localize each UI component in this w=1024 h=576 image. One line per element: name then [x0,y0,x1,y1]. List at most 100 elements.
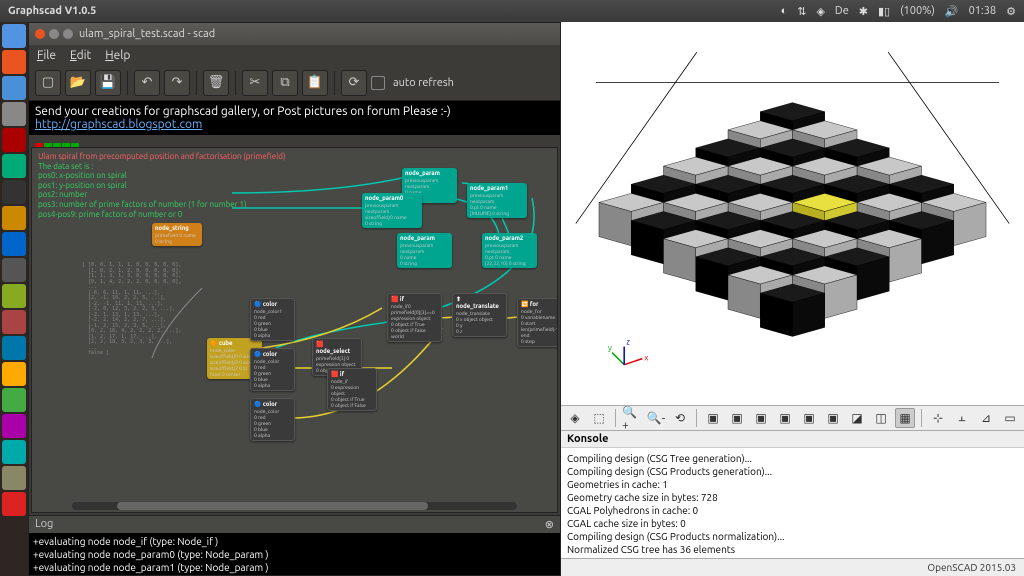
3d-viewport[interactable]: x y z [561,22,1024,405]
battery-pct: (100%) [900,5,935,17]
log-panel: Log ⊗ +evaluating node node_if (type: No… [29,515,560,575]
scale-button[interactable]: ⫠ [952,408,972,428]
banner: Send your creations for graphscad galler… [29,101,560,135]
konsole-body[interactable]: Compiling design (CSG Tree generation)..… [561,448,1024,558]
log-body[interactable]: +evaluating node node_if (type: Node_if … [29,533,560,575]
view-back-button[interactable]: ▣ [823,408,843,428]
node-string[interactable]: node_stringprimefield 0 name0 string [152,223,202,246]
node-param1[interactable]: node_param1previousparam nextparam0.pt 0… [467,183,527,218]
node-for[interactable]: 🔁 fornode_for0 variablename0 startlen(pr… [517,298,558,347]
node-param0[interactable]: node_param0previousparam nextparamsizeof… [362,193,422,228]
node-color1[interactable]: 🔵 colornode_color10 red0 green0 blue0 al… [250,298,295,341]
launcher-app-13[interactable] [2,362,26,386]
launcher-app-0[interactable] [2,24,26,48]
banner-link[interactable]: http://graphscad.blogspot.com [35,118,202,131]
delete-button[interactable]: 🗑 [203,70,229,96]
view-right-button[interactable]: ▣ [703,408,723,428]
graphscad-toolbar: ▢ 📂 💾 ↶ ↷ 🗑 ✂ ⧉ 📋 ⟳ auto refresh [29,65,560,101]
view-top-button[interactable]: ▣ [727,408,747,428]
node-color3[interactable]: 🔵 colornode_color0 red0 green0 blue0 alp… [250,398,295,441]
open-button[interactable]: 📂 [65,70,91,96]
auto-refresh-checkbox[interactable] [371,76,385,90]
reset-view-button[interactable]: ⟲ [670,408,690,428]
zoom-in-button[interactable]: 🔍+ [622,408,642,428]
window-title: ulam_spiral_test.scad - scad [79,28,215,40]
save-button[interactable]: 💾 [95,70,121,96]
log-close-icon[interactable]: ⊗ [545,518,554,531]
system-tray: ◐ ⇅ ◈ De ✱ ▮▯ (100%) 🔊 01:38 ⚙ [781,5,1016,18]
menu-edit[interactable]: Edit [70,49,91,62]
network-icon[interactable]: ⇅ [797,5,806,18]
clock[interactable]: 01:38 [969,5,997,17]
battery-icon[interactable]: ▮▯ [878,5,890,18]
launcher-app-8[interactable] [2,232,26,256]
launcher-app-5[interactable] [2,154,26,178]
launcher-app-14[interactable] [2,388,26,412]
node-canvas[interactable]: Ulam spiral from precomputed position an… [31,147,558,513]
konsole-title: Konsole [561,431,1024,448]
cut-button[interactable]: ✂ [242,70,268,96]
preview-button[interactable]: ◈ [565,408,585,428]
system-bar: Graphscad V1.0.5 ◐ ⇅ ◈ De ✱ ▮▯ (100%) 🔊 … [0,0,1024,22]
launcher-app-1[interactable] [2,50,26,74]
wifi-icon[interactable]: ◈ [816,5,824,18]
indicator-icon[interactable]: ◐ [781,5,788,17]
redo-button[interactable]: ↷ [164,70,190,96]
view-front-button[interactable]: ▣ [799,408,819,428]
edges-button[interactable]: ⊿ [976,408,996,428]
undo-button[interactable]: ↶ [134,70,160,96]
minimize-icon[interactable] [49,29,59,39]
launcher-app-7[interactable] [2,206,26,230]
launcher-app-4[interactable] [2,128,26,152]
view-diagonal-button[interactable]: ◪ [847,408,867,428]
log-title: Log [35,518,53,531]
view-left-button[interactable]: ▣ [775,408,795,428]
launcher-app-16[interactable] [2,440,26,464]
volume-icon[interactable]: 🔊 [945,5,959,18]
launcher-app-2[interactable] [2,76,26,100]
view-bottom-button[interactable]: ▣ [751,408,771,428]
menu-file[interactable]: File [37,49,56,62]
data-array: [ [0, 0, 1, 1, 1, 0, 0, 0, 0, 0], [1, 0,… [82,263,181,357]
canvas-scrollbar[interactable] [72,502,517,510]
node-param2[interactable]: node_param2previousparam nextparam0.pt 0… [482,233,537,268]
menu-help[interactable]: Help [105,49,130,62]
launcher-app-17[interactable] [2,466,26,490]
lang-indicator[interactable]: De [835,5,849,17]
svg-text:x: x [644,353,648,363]
paste-button[interactable]: 📋 [302,70,328,96]
launcher-app-3[interactable] [2,102,26,126]
node-if-1[interactable]: 🟥 ifnode_if0 expression object0 object i… [327,368,377,411]
node-if-2[interactable]: 🟥 ifnode_if0primefield[0][3]==0 expressi… [387,293,442,342]
launcher-app-11[interactable] [2,310,26,334]
launcher-app-18[interactable] [2,492,26,516]
graphscad-window: ulam_spiral_test.scad - scad File Edit H… [28,22,561,576]
axes-button[interactable]: ⊹ [928,408,948,428]
graphscad-titlebar[interactable]: ulam_spiral_test.scad - scad [29,23,560,45]
render-button[interactable]: ⬚ [589,408,609,428]
node-color2[interactable]: 🔵 colornode_color0 red0 green0 blue0 alp… [250,348,295,391]
node-translate[interactable]: ⬆ node_translatenode_translate0 x object… [452,293,507,337]
version-label: OpenSCAD 2015.03 [927,562,1016,573]
canvas-info: Ulam spiral from precomputed position an… [38,152,286,219]
refresh-button[interactable]: ⟳ [341,70,367,96]
ortho-button[interactable]: ▭ [1000,408,1020,428]
zoom-out-button[interactable]: 🔍- [646,408,666,428]
bluetooth-icon[interactable]: ✱ [859,5,868,18]
launcher-app-6[interactable] [2,180,26,204]
view-center-button[interactable]: ◫ [871,408,891,428]
copy-button[interactable]: ⧉ [272,70,298,96]
settings-icon[interactable]: ⚙ [1006,5,1016,18]
launcher-app-12[interactable] [2,336,26,360]
launcher-app-15[interactable] [2,414,26,438]
auto-refresh-label: auto refresh [393,77,454,89]
launcher-app-10[interactable] [2,284,26,308]
maximize-icon[interactable] [63,29,73,39]
statusbar: OpenSCAD 2015.03 [561,558,1024,576]
perspective-button[interactable]: ▦ [895,408,915,428]
graphscad-menubar: File Edit Help [29,45,560,65]
new-button[interactable]: ▢ [35,70,61,96]
launcher-app-9[interactable] [2,258,26,282]
close-icon[interactable] [35,29,45,39]
node-param3[interactable]: node_parampreviousparam nextparam0 name0… [397,233,452,268]
